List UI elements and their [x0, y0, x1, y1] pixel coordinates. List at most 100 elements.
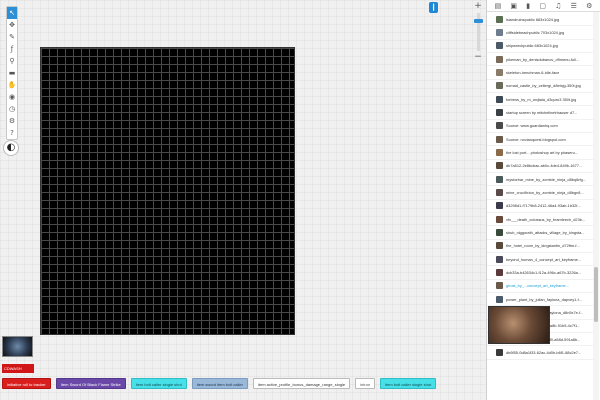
- art-item-label: cliffsidebeachpublic 703x1024.jpg: [506, 29, 565, 35]
- zoom-slider[interactable]: [473, 13, 483, 51]
- magnifier-icon[interactable]: ⚲: [7, 55, 17, 67]
- pencil-icon[interactable]: ✎: [7, 31, 17, 43]
- document-icon[interactable]: ▢: [539, 2, 546, 10]
- art-list-item[interactable]: the_hotel_room_by_kingstantin_d72ftm-f..…: [487, 240, 594, 253]
- art-item-label: the lost port... photoshop art by phaser…: [506, 149, 579, 155]
- art-item-label: shipwreckpublic 683x1024.jpg: [506, 43, 558, 49]
- theme-toggle-icon[interactable]: ◐: [3, 140, 19, 156]
- macro-button[interactable]: item active_profile_bonus_damage_range_s…: [252, 377, 351, 389]
- hand-icon[interactable]: ✋: [7, 79, 17, 91]
- art-thumbnail: [496, 55, 503, 63]
- sidebar-scrollbar[interactable]: [593, 12, 599, 400]
- art-thumbnail: [496, 82, 503, 90]
- art-list-item[interactable]: mine_crucifixion_by_zombie_ninja_d8bgn8.…: [487, 186, 594, 200]
- art-item-label: fortress_by_m_wojtala_d3quro3 350t.jpg: [506, 96, 577, 102]
- macro-button[interactable]: Item Sword Of Black Flame Strike: [55, 377, 126, 389]
- zoom-out-icon[interactable]: −: [473, 53, 483, 62]
- art-item-label: vfx___death_colossus_by_bramleech_d23b..…: [506, 216, 586, 222]
- sidebar-tabs: ▤ ▣ ▮ ▢ ♫ ☰ ⚙: [487, 0, 600, 12]
- zoom-in-icon[interactable]: +: [473, 2, 483, 11]
- art-list-item[interactable]: Source: novianquest.blogspot.com: [487, 133, 594, 147]
- chat-icon[interactable]: ▤: [495, 2, 502, 10]
- page-toolbar-toggle-icon[interactable]: ❙: [429, 2, 438, 13]
- macro-button[interactable]: item sword item bolt caller: [191, 377, 248, 389]
- art-item-label: mine_crucifixion_by_zombie_ninja_d8bgn8.…: [506, 189, 584, 195]
- art-thumbnail: [496, 255, 503, 263]
- art-list-item[interactable]: skeleton-henchman-6-idle-face: [487, 66, 594, 80]
- art-list-item[interactable]: dcb33a-b42634c1-f12a-496c-a67b-3226a...: [487, 266, 594, 280]
- art-item-label: the_hotel_room_by_kingstantin_d72ftm-f..…: [506, 243, 580, 249]
- art-item-label: db7a512-2e8bcbac-ab0c-4de4-849b-1677...: [506, 163, 583, 169]
- art-item-label: islandruinspublic 683x1024.jpg: [506, 16, 560, 22]
- music-icon[interactable]: ♫: [555, 2, 561, 10]
- art-list-item[interactable]: ghost_by_...concept_art_keyframe...: [487, 280, 594, 293]
- art-list-item[interactable]: beyond_human_4_concept_art_keyframe...: [487, 253, 594, 267]
- art-list-item[interactable]: db6f55-0d8a1f33-62ac-4d0b-b6f1-88c2e7...: [487, 346, 594, 360]
- zoom-control: + −: [473, 2, 483, 64]
- list-icon[interactable]: ☰: [571, 2, 577, 10]
- art-item-label: nomad_castle_by_cellergi_d8etxjg-350t.jp…: [506, 83, 581, 89]
- art-thumbnail: [496, 95, 503, 103]
- art-list-item[interactable]: mystorbar_mine_by_zombie_ninja_d8bq6rfg.…: [487, 173, 594, 187]
- art-thumbnail: [496, 228, 503, 236]
- art-list-item[interactable]: fortress_by_m_wojtala_d3quro3 350t.jpg: [487, 93, 594, 107]
- art-thumbnail: [496, 135, 503, 143]
- art-item-label: pikeman_by_denisdubanov_d9menu-full...: [506, 56, 580, 62]
- art-item-label: d3298d1-f7179b8-2412-46a4-93ab-1b32f...: [506, 203, 581, 209]
- art-list-item[interactable]: db7a512-2e8bcbac-ab0c-4de4-849b-1677...: [487, 160, 594, 173]
- art-list-item[interactable]: the lost port... photoshop art by phaser…: [487, 146, 594, 160]
- art-item-label: dcb33a-b42634c1-f12a-496c-a67b-3226a...: [506, 269, 582, 275]
- art-thumbnail: [496, 295, 503, 303]
- macro-button[interactable]: item bolt caller single shot: [130, 377, 187, 389]
- scrollbar-thumb[interactable]: [594, 267, 598, 322]
- art-list-item[interactable]: power_plant_by_julian_faylona_dapvey1-f.…: [487, 293, 594, 307]
- art-list-item[interactable]: nomad_castle_by_cellergi_d8etxjg-350t.jp…: [487, 80, 594, 93]
- art-list-item[interactable]: vfx___death_colossus_by_bramleech_d23b..…: [487, 213, 594, 227]
- art-list-item[interactable]: shipwreckpublic 683x1024.jpg: [487, 40, 594, 53]
- art-thumbnail: [496, 215, 503, 223]
- image-preview-popup: [488, 306, 550, 344]
- art-item-label: db6f55-0d8a1f33-62ac-4d0b-b6f1-88c2e7...: [506, 349, 582, 355]
- macro-button[interactable]: initiative roll to tracker: [2, 377, 51, 389]
- art-item-label: mystorbar_mine_by_zombie_ninja_d8bq6rfg.…: [506, 176, 587, 182]
- art-thumbnail: [496, 148, 503, 156]
- art-list-item[interactable]: d3298d1-f7179b8-2412-46a4-93ab-1b32f...: [487, 200, 594, 213]
- macro-button[interactable]: intron: [355, 377, 376, 389]
- art-item-label: shub_niggurath_attacks_village_by_kingst…: [506, 229, 585, 235]
- art-thumbnail: [496, 348, 503, 356]
- art-item-label: ghost_by_...concept_art_keyframe...: [506, 283, 569, 289]
- cog-icon[interactable]: ⚙: [7, 115, 17, 127]
- art-list-item[interactable]: islandruinspublic 683x1024.jpg: [487, 13, 594, 27]
- art-list-item[interactable]: cliffsidebeachpublic 703x1024.jpg: [487, 26, 594, 40]
- art-item-label: Source: www.guardianhq.com: [506, 123, 558, 129]
- text-icon[interactable]: ƒ: [7, 43, 17, 55]
- art-item-label: beyond_human_4_concept_art_keyframe...: [506, 256, 582, 262]
- art-list-item[interactable]: shub_niggurath_attacks_village_by_kingst…: [487, 226, 594, 240]
- clock-icon[interactable]: ◷: [7, 103, 17, 115]
- macro-button[interactable]: item bolt caller single shot: [380, 377, 437, 389]
- art-thumbnail: [496, 162, 503, 170]
- image-icon[interactable]: ▣: [510, 2, 517, 10]
- art-list-item[interactable]: Source: www.guardianhq.com: [487, 120, 594, 133]
- art-thumbnail: [496, 282, 503, 290]
- help-icon[interactable]: ?: [7, 127, 17, 139]
- art-list-item[interactable]: startup screen by mitchellnetrhauser d7.…: [487, 106, 594, 120]
- eye-icon[interactable]: ◉: [7, 91, 17, 103]
- art-thumbnail: [496, 122, 503, 130]
- art-thumbnail: [496, 242, 503, 250]
- gear-icon[interactable]: ⚙: [586, 2, 592, 10]
- art-thumbnail: [496, 268, 503, 276]
- ruler-icon[interactable]: ▬: [7, 67, 17, 79]
- art-list-item[interactable]: pikeman_by_denisdubanov_d9menu-full...: [487, 53, 594, 67]
- art-item-label: startup screen by mitchellnetrhauser d7.…: [506, 109, 578, 115]
- tool-palette: ↖ ✥ ✎ ƒ ⚲ ▬ ✋ ◉ ◷ ⚙?: [6, 6, 18, 140]
- map-canvas[interactable]: [40, 47, 295, 335]
- move-icon[interactable]: ✥: [7, 19, 17, 31]
- player-avatar[interactable]: [2, 336, 33, 357]
- macro-bar: initiative roll to tracker Item Sword Of …: [2, 374, 437, 392]
- art-item-label: skeleton-henchman-6-idle-face: [506, 69, 560, 75]
- cursor-icon[interactable]: ↖: [7, 7, 17, 19]
- art-thumbnail: [496, 108, 503, 116]
- book-icon[interactable]: ▮: [526, 2, 530, 10]
- zoom-slider-handle[interactable]: [473, 19, 483, 24]
